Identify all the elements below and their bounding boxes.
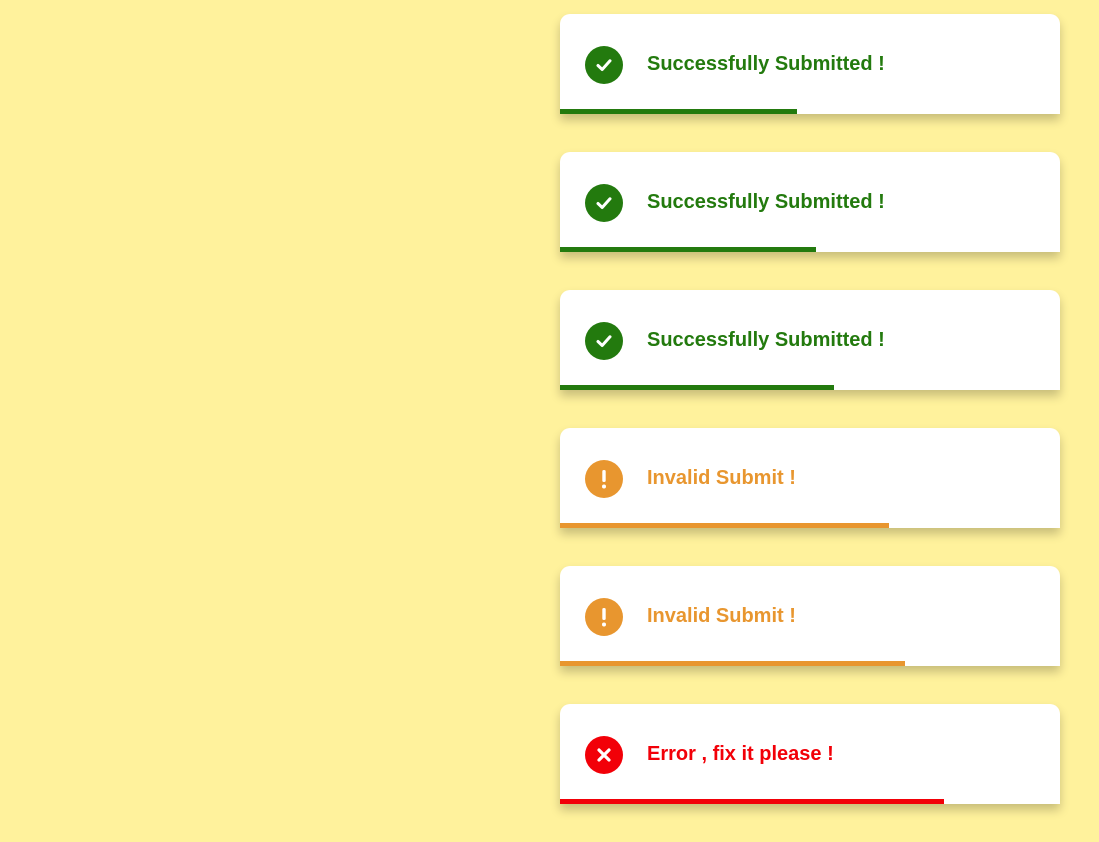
toast-warning[interactable]: Invalid Submit ! xyxy=(560,566,1060,666)
toast-message: Successfully Submitted ! xyxy=(647,53,885,75)
toast-success[interactable]: Successfully Submitted ! xyxy=(560,14,1060,114)
toast-progress-bar xyxy=(560,523,889,528)
toast-error[interactable]: Error , fix it please ! xyxy=(560,704,1060,804)
toast-warning[interactable]: Invalid Submit ! xyxy=(560,428,1060,528)
toast-message: Successfully Submitted ! xyxy=(647,329,885,351)
toast-progress-bar xyxy=(560,109,797,114)
check-circle-icon xyxy=(585,46,623,84)
toast-message: Error , fix it please ! xyxy=(647,743,834,765)
toast-message: Successfully Submitted ! xyxy=(647,191,885,213)
toast-stack: Successfully Submitted ! Successfully Su… xyxy=(560,14,1060,842)
toast-message: Invalid Submit ! xyxy=(647,605,796,627)
toast-progress-bar xyxy=(560,247,816,252)
check-circle-icon xyxy=(585,322,623,360)
exclamation-circle-icon xyxy=(585,460,623,498)
toast-success[interactable]: Successfully Submitted ! xyxy=(560,290,1060,390)
exclamation-circle-icon xyxy=(585,598,623,636)
toast-progress-bar xyxy=(560,661,905,666)
x-circle-icon xyxy=(585,736,623,774)
toast-message: Invalid Submit ! xyxy=(647,467,796,489)
toast-progress-bar xyxy=(560,799,944,804)
toast-progress-bar xyxy=(560,385,834,390)
check-circle-icon xyxy=(585,184,623,222)
toast-success[interactable]: Successfully Submitted ! xyxy=(560,152,1060,252)
